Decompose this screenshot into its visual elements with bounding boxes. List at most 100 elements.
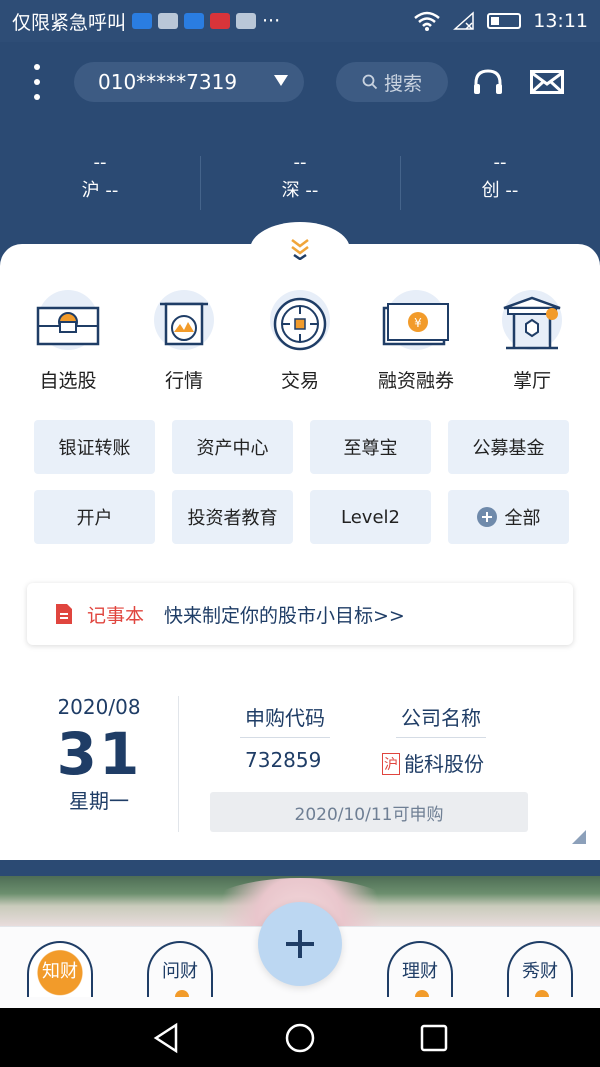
clock: 13:11 [533,10,588,32]
search-button[interactable]: 搜索 [336,62,448,102]
margin-icon: ¥ [382,303,449,346]
notebook-text: 快来制定你的股市小目标>> [164,604,405,627]
carrier-text: 仅限紧急呼叫 [12,11,127,34]
menu-item-label: 行情 [164,370,203,392]
index-name: 深 -- [281,180,319,201]
market-icon [160,302,208,346]
index-value: -- [93,152,107,173]
index-cy[interactable]: -- 创 -- [400,150,600,220]
quick-link-label: 投资者教育 [187,508,278,529]
tab-label: 知财 [42,961,78,982]
index-sh[interactable]: -- 沪 -- [0,150,200,220]
top-bar: 010*****7319 搜索 [0,52,600,112]
quick-link-label: 资产中心 [196,438,269,459]
tab-licai[interactable]: 理财 [385,941,455,1005]
video-app-icon [184,13,205,29]
company-name: 能科股份 [404,752,484,776]
quick-link-label: 银证转账 [58,438,131,459]
menu-item-label: 交易 [280,370,319,392]
menu-item-market[interactable]: 行情 [129,290,239,400]
battery-icon [487,13,522,29]
search-label: 搜索 [383,72,422,95]
quick-link-open-account[interactable]: 开户 [34,490,155,544]
tab-label: 问财 [162,961,198,982]
apply-date-button[interactable]: 2020/10/11可申购 [210,792,528,832]
no-signal-icon [453,11,474,30]
svg-text:¥: ¥ [414,316,422,330]
quick-link-label: 全部 [504,508,541,529]
year-month: 2020/08 [57,695,141,719]
menu-item-label: 自选股 [39,370,97,392]
tab-zhicai[interactable]: 知财 [25,941,95,1005]
corner-triangle-icon [572,830,586,844]
weekday: 星期一 [69,789,129,813]
index-name: 沪 -- [81,180,119,201]
tab-label: 理财 [402,961,438,982]
menu-item-label: 掌厅 [512,370,551,392]
menu-item-trade[interactable]: 交易 [245,290,355,400]
account-selector[interactable]: 010*****7319 [74,62,304,102]
company-header: 公司名称 [396,702,486,738]
menu-item-watchlist[interactable]: 自选股 [13,290,123,400]
status-bar: 仅限紧急呼叫 ··· 13:11 [0,0,600,42]
back-icon[interactable] [150,1022,182,1054]
quick-link-assets[interactable]: 资产中心 [172,420,293,474]
market-indices: -- 沪 -- -- 深 -- -- 创 -- [0,150,600,220]
ipo-date: 2020/08 31 星期一 [40,690,158,818]
menu-item-hall[interactable]: 掌厅 [477,290,587,400]
market-tag: 沪 [382,753,400,775]
quick-link-zhizunbao[interactable]: 至尊宝 [310,420,431,474]
recents-icon[interactable] [418,1022,450,1054]
quick-link-label: 公募基金 [472,438,545,459]
index-name: 创 -- [481,180,519,201]
quick-link-education[interactable]: 投资者教育 [172,490,293,544]
search-icon [362,74,378,90]
divider [178,696,179,832]
hall-icon [503,296,561,350]
plus-icon [286,930,314,958]
menu-icon[interactable] [30,64,44,100]
ipo-calendar: 2020/08 31 星期一 申购代码 公司名称 732859 沪能科股份 20… [0,690,600,844]
huawei-app-icon [210,13,231,29]
index-value: -- [293,152,307,173]
system-nav-bar [0,1008,600,1067]
quick-link-all[interactable]: 全部 [448,490,569,544]
mail-icon[interactable] [530,70,564,94]
ipo-code[interactable]: 732859 [245,748,321,772]
trade-icon [273,297,327,351]
tab-xiucai[interactable]: 秀财 [505,941,575,1005]
account-number: 010*****7319 [98,70,238,94]
quick-link-funds[interactable]: 公募基金 [448,420,569,474]
index-sz[interactable]: -- 深 -- [200,150,400,220]
document-icon [56,604,72,624]
add-button[interactable] [258,902,342,986]
tab-wencai[interactable]: 问财 [145,941,215,1005]
ipo-company[interactable]: 沪能科股份 [382,748,484,777]
day-number: 31 [56,720,142,788]
notebook-title: 记事本 [87,604,145,627]
main-menu: 自选股 行情 交易 ¥ 融资融券 掌厅 [0,290,600,400]
menu-item-margin[interactable]: ¥ 融资融券 [361,290,471,400]
gallery-app-icon [236,13,257,29]
quick-link-label: 开户 [76,508,113,529]
double-chevron-down-icon[interactable] [288,236,312,260]
wifi-icon [414,11,441,31]
quick-link-transfer[interactable]: 银证转账 [34,420,155,474]
quick-link-label: 至尊宝 [343,438,398,459]
gallery-app-icon [158,13,179,29]
video-app-icon [132,13,153,29]
quick-links: 银证转账 资产中心 至尊宝 公募基金 开户 投资者教育 Level2 全部 [34,420,569,544]
notebook-banner[interactable]: 记事本 快来制定你的股市小目标>> [27,583,573,645]
watchlist-icon [36,306,100,346]
quick-link-label: Level2 [341,506,400,528]
caret-down-icon [274,75,288,86]
home-icon[interactable] [284,1022,316,1054]
index-value: -- [493,152,507,173]
code-header: 申购代码 [240,702,330,738]
more-notifications-icon: ··· [262,10,281,32]
apply-date-text: 2020/10/11可申购 [294,804,444,825]
plus-circle-icon [476,507,497,527]
quick-link-level2[interactable]: Level2 [310,490,431,544]
tab-label: 秀财 [522,961,558,982]
headset-icon[interactable] [472,68,504,96]
